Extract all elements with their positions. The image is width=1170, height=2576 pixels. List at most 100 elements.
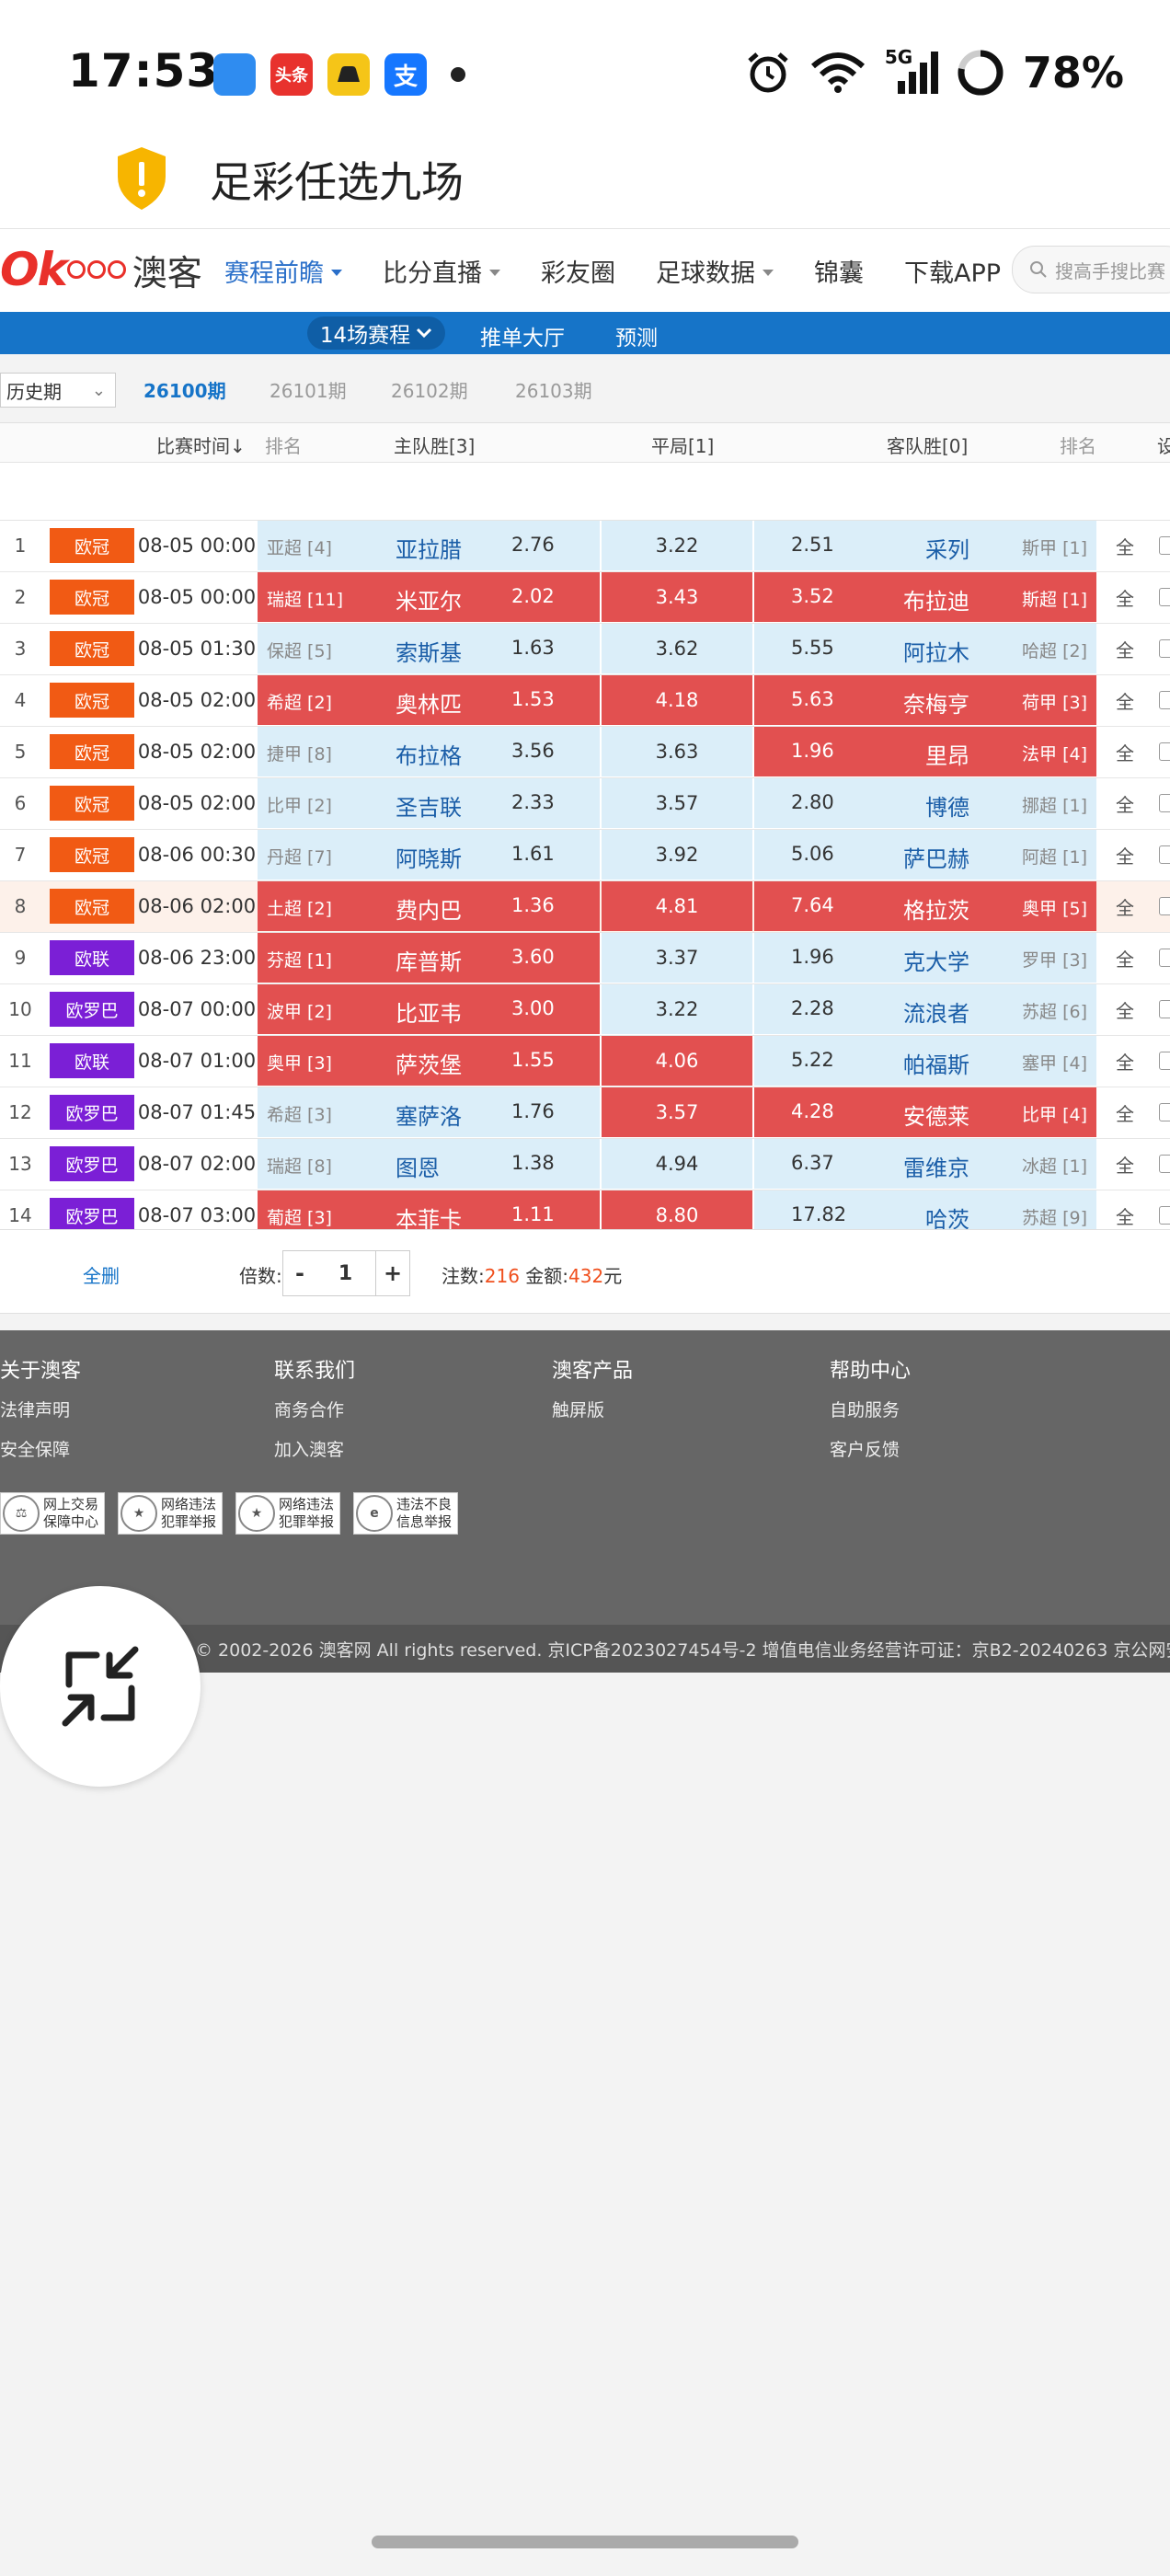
draw-option[interactable]: 3.37 (602, 933, 752, 983)
select-all-option[interactable]: 全 (1111, 778, 1139, 828)
away-win-option[interactable]: 2.28 流浪者 苏超 [6] (754, 984, 1096, 1034)
draw-option[interactable]: 4.94 (602, 1139, 752, 1189)
multiplier-input[interactable]: 1 (315, 1250, 375, 1296)
clear-all-button[interactable]: 全删 (83, 1261, 120, 1288)
nav-item-live-score[interactable]: 比分直播 (383, 253, 500, 289)
draw-option[interactable]: 3.63 (602, 727, 752, 776)
select-all-option[interactable]: 全 (1111, 830, 1139, 880)
away-win-option[interactable]: 5.63 奈梅亨 荷甲 [3] (754, 675, 1096, 725)
nav-item-schedule[interactable]: 赛程前瞻 (224, 253, 342, 289)
select-all-option[interactable]: 全 (1111, 1036, 1139, 1086)
footer-link[interactable]: 客户反馈 (830, 1436, 911, 1461)
draw-option[interactable]: 4.81 (602, 881, 752, 931)
away-win-option[interactable]: 5.55 阿拉木 哈超 [2] (754, 624, 1096, 673)
minimize-window-button[interactable] (0, 1586, 201, 1787)
tab-14-match-schedule[interactable]: 14场赛程 (307, 316, 445, 350)
draw-option[interactable]: 3.57 (602, 1087, 752, 1137)
away-team[interactable]: 采列 (925, 532, 969, 564)
league-badge[interactable]: 欧冠 (50, 683, 134, 718)
row-checkbox[interactable] (1159, 984, 1170, 1034)
row-checkbox[interactable] (1159, 1087, 1170, 1137)
nav-item-download-app[interactable]: 下载APP (904, 253, 1001, 289)
select-all-option[interactable]: 全 (1111, 572, 1139, 622)
home-win-option[interactable]: 保超 [5] 索斯基 1.63 (258, 624, 600, 673)
away-team[interactable]: 布拉迪 (903, 583, 969, 615)
row-checkbox[interactable] (1159, 1036, 1170, 1086)
footer-link[interactable]: 法律声明 (0, 1397, 81, 1421)
select-all-option[interactable]: 全 (1111, 881, 1139, 931)
cybercrime-report-badge[interactable]: ★ 网络违法 犯罪举报 (118, 1492, 223, 1535)
period-tab-26101[interactable]: 26101期 (270, 376, 347, 403)
home-team[interactable]: 索斯基 (396, 635, 462, 667)
home-win-option[interactable]: 希超 [3] 塞萨洛 1.76 (258, 1087, 600, 1137)
home-win-option[interactable]: 瑞超 [11] 米亚尔 2.02 (258, 572, 600, 622)
home-win-option[interactable]: 捷甲 [8] 布拉格 3.56 (258, 727, 600, 776)
league-badge[interactable]: 欧冠 (50, 786, 134, 821)
away-win-option[interactable]: 1.96 里昂 法甲 [4] (754, 727, 1096, 776)
row-checkbox[interactable] (1159, 572, 1170, 622)
draw-option[interactable]: 3.62 (602, 624, 752, 673)
away-win-option[interactable]: 5.06 萨巴赫 阿超 [1] (754, 830, 1096, 880)
row-checkbox[interactable] (1159, 727, 1170, 776)
select-all-option[interactable]: 全 (1111, 727, 1139, 776)
home-win-option[interactable]: 土超 [2] 费内巴 1.36 (258, 881, 600, 931)
home-win-option[interactable]: 芬超 [1] 库普斯 3.60 (258, 933, 600, 983)
away-team[interactable]: 里昂 (925, 738, 969, 770)
period-tab-26102[interactable]: 26102期 (391, 376, 468, 403)
away-team[interactable]: 奈梅亨 (903, 686, 969, 719)
home-win-option[interactable]: 奥甲 [3] 萨茨堡 1.55 (258, 1036, 600, 1086)
home-win-option[interactable]: 比甲 [2] 圣吉联 2.33 (258, 778, 600, 828)
away-team[interactable]: 格拉茨 (903, 892, 969, 925)
away-win-option[interactable]: 2.80 博德 挪超 [1] (754, 778, 1096, 828)
tab-recommendation-hall[interactable]: 推单大厅 (480, 320, 565, 351)
nav-item-tips[interactable]: 锦囊 (814, 253, 864, 289)
multiplier-increase-button[interactable]: + (375, 1250, 410, 1296)
home-win-option[interactable]: 希超 [2] 奥林匹 1.53 (258, 675, 600, 725)
away-win-option[interactable]: 6.37 雷维京 冰超 [1] (754, 1139, 1096, 1189)
away-win-option[interactable]: 4.28 安德莱 比甲 [4] (754, 1087, 1096, 1137)
multiplier-decrease-button[interactable]: - (282, 1250, 317, 1296)
footer-link[interactable]: 加入澳客 (274, 1436, 355, 1461)
away-win-option[interactable]: 1.96 克大学 罗甲 [3] (754, 933, 1096, 983)
home-team[interactable]: 库普斯 (396, 944, 462, 976)
league-badge[interactable]: 欧冠 (50, 889, 134, 924)
nav-item-football-data[interactable]: 足球数据 (656, 253, 774, 289)
away-win-option[interactable]: 2.51 采列 斯甲 [1] (754, 521, 1096, 570)
league-badge[interactable]: 欧冠 (50, 837, 134, 872)
home-team[interactable]: 布拉格 (396, 738, 462, 770)
league-badge[interactable]: 欧罗巴 (50, 992, 134, 1027)
draw-option[interactable]: 3.57 (602, 778, 752, 828)
away-team[interactable]: 帕福斯 (903, 1047, 969, 1079)
away-team[interactable]: 博德 (925, 789, 969, 822)
security-shield-icon[interactable] (114, 145, 169, 212)
home-team[interactable]: 费内巴 (396, 892, 462, 925)
select-all-option[interactable]: 全 (1111, 1139, 1139, 1189)
away-win-option[interactable]: 7.64 格拉茨 奥甲 [5] (754, 881, 1096, 931)
draw-option[interactable]: 4.06 (602, 1036, 752, 1086)
select-all-option[interactable]: 全 (1111, 624, 1139, 673)
period-tab-26100[interactable]: 26100期 (143, 376, 226, 403)
home-team[interactable]: 塞萨洛 (396, 1098, 462, 1131)
footer-link[interactable]: 自助服务 (830, 1397, 911, 1421)
home-win-option[interactable]: 丹超 [7] 阿晓斯 1.61 (258, 830, 600, 880)
tab-prediction[interactable]: 预测 (615, 320, 658, 351)
draw-option[interactable]: 3.43 (602, 572, 752, 622)
row-checkbox[interactable] (1159, 933, 1170, 983)
row-checkbox[interactable] (1159, 830, 1170, 880)
draw-option[interactable]: 4.18 (602, 675, 752, 725)
row-checkbox[interactable] (1159, 521, 1170, 570)
home-indicator[interactable] (372, 2536, 798, 2548)
row-checkbox[interactable] (1159, 881, 1170, 931)
row-checkbox[interactable] (1159, 1139, 1170, 1189)
row-checkbox[interactable] (1159, 675, 1170, 725)
okooo-logo[interactable]: Ok 澳客 (0, 243, 202, 296)
footer-link[interactable]: 触屏版 (552, 1397, 633, 1421)
footer-link[interactable]: 商务合作 (274, 1397, 355, 1421)
home-team[interactable]: 奥林匹 (396, 686, 462, 719)
illegal-info-report-badge[interactable]: e 违法不良 信息举报 (353, 1492, 458, 1535)
select-all-option[interactable]: 全 (1111, 1087, 1139, 1137)
away-team[interactable]: 克大学 (903, 944, 969, 976)
footer-link[interactable]: 安全保障 (0, 1436, 81, 1461)
home-team[interactable]: 图恩 (396, 1150, 440, 1182)
select-all-option[interactable]: 全 (1111, 675, 1139, 725)
